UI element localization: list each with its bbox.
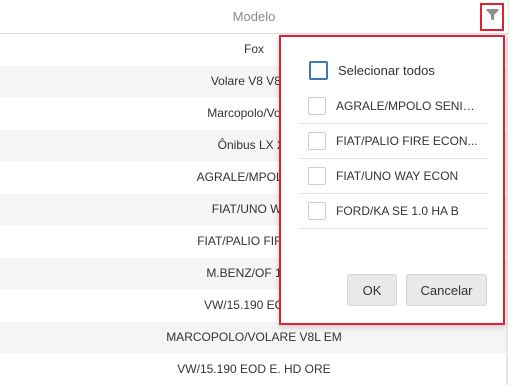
- filter-item-checkbox[interactable]: [308, 132, 326, 150]
- select-all-option[interactable]: Selecionar todos: [309, 59, 435, 81]
- filter-list-item[interactable]: FIAT/PALIO FIRE ECON...: [299, 124, 487, 159]
- filter-item-label: FIAT/UNO WAY ECON: [336, 169, 459, 183]
- filter-list-item[interactable]: FORD/KA SE 1.0 HA B: [299, 194, 487, 229]
- filter-item-checkbox[interactable]: [308, 202, 326, 220]
- row-cell: Fox: [243, 42, 264, 56]
- table-row[interactable]: MARCOPOLO/VOLARE V8L EM: [0, 322, 508, 354]
- filter-icon: [486, 8, 499, 27]
- filter-item-label: FORD/KA SE 1.0 HA B: [336, 204, 459, 218]
- table-row[interactable]: VW/15.190 EOD E. HD ORE: [0, 354, 508, 386]
- filter-popup: Selecionar todos AGRALE/MPOLO SENIO... F…: [279, 35, 505, 325]
- select-all-label: Selecionar todos: [338, 62, 435, 78]
- filter-item-label: FIAT/PALIO FIRE ECON...: [336, 134, 478, 148]
- filter-list-item[interactable]: FIAT/UNO WAY ECON: [299, 159, 487, 194]
- filter-item-checkbox[interactable]: [308, 97, 326, 115]
- filter-list-item[interactable]: AGRALE/MPOLO SENIO...: [299, 89, 487, 124]
- filter-item-checkbox[interactable]: [308, 167, 326, 185]
- column-header[interactable]: Modelo: [0, 0, 509, 34]
- filter-value-list: AGRALE/MPOLO SENIO... FIAT/PALIO FIRE EC…: [299, 89, 487, 229]
- cancel-button[interactable]: Cancelar: [406, 274, 487, 306]
- ok-button[interactable]: OK: [347, 274, 397, 306]
- select-all-checkbox[interactable]: [309, 60, 328, 80]
- filter-button[interactable]: [480, 3, 504, 31]
- row-cell: VW/15.190 EOD E. HD ORE: [177, 362, 331, 376]
- row-cell: MARCOPOLO/VOLARE V8L EM: [166, 330, 342, 344]
- filter-item-label: AGRALE/MPOLO SENIO...: [336, 99, 481, 113]
- column-header-title: Modelo: [232, 9, 276, 24]
